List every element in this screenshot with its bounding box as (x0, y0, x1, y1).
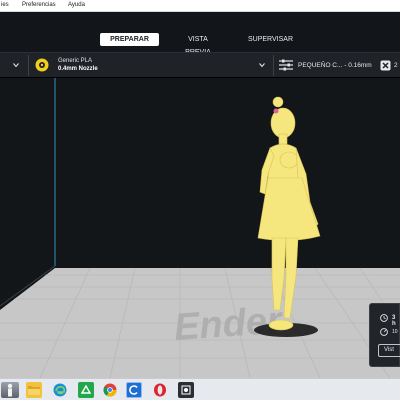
photo-app-icon[interactable] (178, 382, 194, 398)
file-explorer-icon[interactable] (26, 382, 42, 398)
chevron-down-icon (259, 63, 265, 68)
print-time: 3 h (392, 315, 396, 327)
filament-spool-icon (35, 58, 49, 72)
chrome-browser-icon[interactable] (102, 382, 118, 398)
cura-window: ies Preferencias Ayuda PREPARAR VISTA PR… (0, 0, 400, 400)
menu-item-ayuda[interactable]: Ayuda (68, 2, 85, 8)
print-profile-label: PEQUEÑO C... - 0.16mm (298, 62, 372, 69)
tab-vista-previa[interactable]: VISTA PREVIA (170, 33, 226, 56)
menu-bar: ies Preferencias Ayuda (0, 0, 400, 12)
chevron-down-icon (13, 63, 19, 68)
cura-app-icon[interactable] (126, 382, 142, 398)
filament-usage: 10 (392, 329, 398, 335)
printer-selector[interactable] (0, 53, 27, 78)
windows-taskbar (0, 378, 400, 400)
support-icon (380, 60, 391, 71)
edge-browser-icon[interactable] (52, 382, 68, 398)
toolbar-divider (273, 55, 274, 76)
print-settings-sliders-icon (279, 59, 293, 71)
clock-icon (380, 314, 388, 322)
print-summary-panel: 3 h 10 Vist (369, 303, 400, 367)
tab-preparar[interactable]: PREPARAR (100, 33, 159, 46)
opera-browser-icon[interactable] (152, 382, 168, 398)
menu-item-extensiones[interactable]: ies (1, 2, 9, 8)
user-photo-icon[interactable] (1, 382, 19, 398)
3d-viewport[interactable]: Ender 3 h 10 Vist (0, 78, 400, 378)
model-accent (273, 108, 279, 114)
support-value: 2 (394, 62, 398, 69)
menu-item-preferencias[interactable]: Preferencias (22, 2, 56, 8)
print-setup-toolbar: Generic PLA 0.4mm Nozzle PEQUEÑO C... - … (0, 52, 400, 77)
print-settings-selector[interactable]: PEQUEÑO C... - 0.16mm (276, 53, 376, 78)
weight-icon (380, 328, 388, 336)
support-setting[interactable]: 2 (378, 53, 400, 78)
preview-button[interactable]: Vist (378, 344, 400, 357)
tab-supervisar[interactable]: SUPERVISAR (240, 33, 296, 46)
nozzle-size: 0.4mm Nozzle (58, 66, 98, 72)
material-selector[interactable]: Generic PLA 0.4mm Nozzle (32, 53, 272, 78)
green-app-icon[interactable] (78, 382, 94, 398)
material-name: Generic PLA (58, 58, 93, 64)
toolbar-divider (28, 55, 29, 76)
stage-bar: PREPARAR VISTA PREVIA SUPERVISAR (0, 12, 400, 56)
